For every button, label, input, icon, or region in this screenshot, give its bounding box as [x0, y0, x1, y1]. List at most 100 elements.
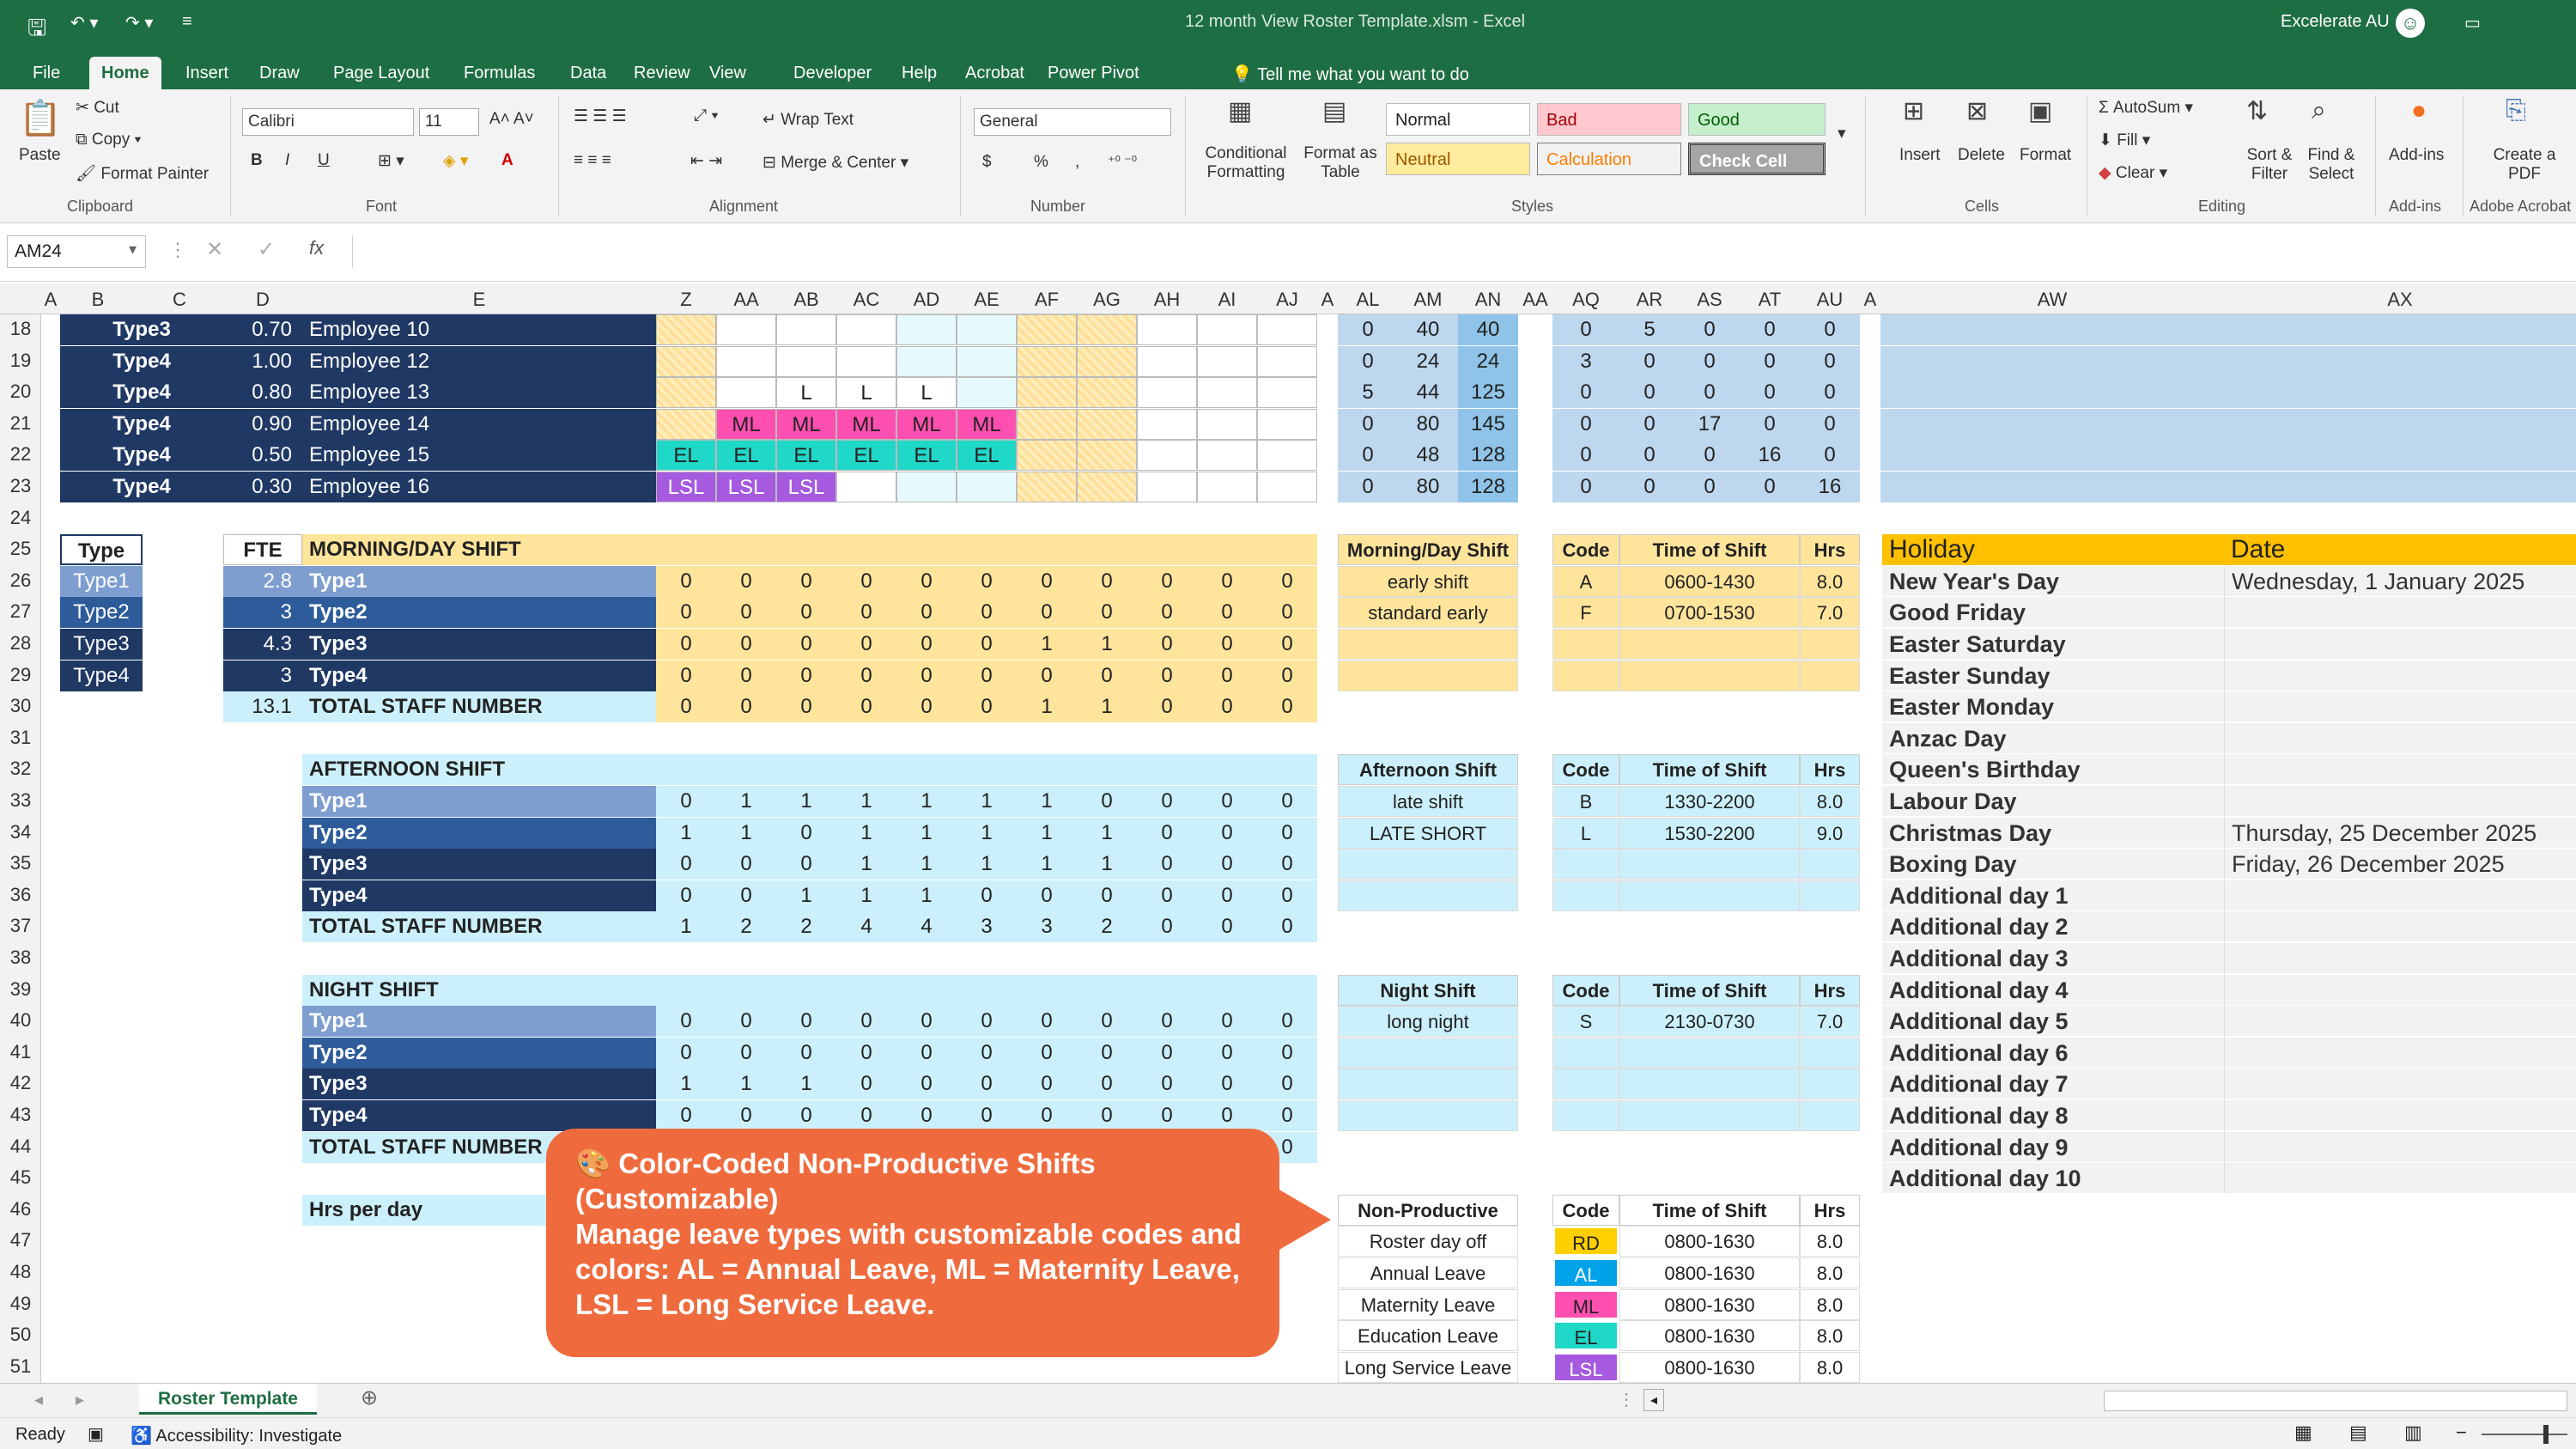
- employee-type[interactable]: Type4: [60, 472, 223, 502]
- roster-cell[interactable]: LSL: [716, 472, 776, 502]
- am-count[interactable]: 44: [1398, 377, 1458, 409]
- shift-count[interactable]: 1: [1077, 629, 1137, 660]
- shift-type-label[interactable]: Type4: [302, 880, 656, 911]
- roster-cell[interactable]: [1137, 345, 1197, 377]
- shift-count[interactable]: 0: [1197, 817, 1257, 849]
- shift-block-title[interactable]: AFTERNOON SHIFT: [302, 754, 1317, 786]
- time-header[interactable]: Time of Shift: [1619, 534, 1800, 566]
- employee-name[interactable]: Employee 16: [302, 472, 656, 502]
- shift-def-time[interactable]: 0600-1430: [1619, 565, 1800, 597]
- copy-button[interactable]: ⧉ Copy ▾: [76, 131, 141, 149]
- holiday-date[interactable]: Friday, 26 December 2025: [2224, 849, 2576, 880]
- row-header[interactable]: 47: [0, 1229, 41, 1251]
- holiday-date[interactable]: [2224, 1068, 2576, 1100]
- roster-cell[interactable]: [1137, 314, 1197, 345]
- shift-def-title[interactable]: Non-Productive: [1338, 1194, 1518, 1226]
- shift-count[interactable]: 0: [716, 1037, 776, 1068]
- shift-def-time[interactable]: [1619, 629, 1800, 660]
- shift-count[interactable]: 0: [1137, 660, 1197, 691]
- leave-count-ar[interactable]: 0: [1619, 377, 1680, 409]
- split-handle-icon[interactable]: ⋮: [1618, 1389, 1635, 1410]
- paste-icon[interactable]: 📋: [19, 98, 62, 138]
- roster-cell[interactable]: [1197, 408, 1257, 440]
- holiday-date[interactable]: [2224, 691, 2576, 723]
- column-header[interactable]: AS: [1680, 289, 1740, 311]
- shift-count[interactable]: 1: [716, 786, 776, 817]
- formula-input[interactable]: [352, 235, 2567, 268]
- tab-page-layout[interactable]: Page Layout: [321, 57, 441, 89]
- shift-count[interactable]: 0: [1137, 817, 1197, 849]
- sort-filter-button[interactable]: Sort & Filter: [2239, 146, 2300, 184]
- shift-count[interactable]: 0: [1257, 1068, 1317, 1100]
- holiday-name[interactable]: Additional day 4: [1882, 974, 2224, 1006]
- shift-def-name[interactable]: Annual Leave: [1338, 1257, 1518, 1288]
- code-header[interactable]: Code: [1552, 754, 1619, 786]
- total-staff-count[interactable]: 2: [776, 911, 836, 943]
- shift-count[interactable]: 0: [1257, 849, 1317, 880]
- shift-count[interactable]: 0: [1017, 1068, 1077, 1100]
- shift-count[interactable]: 0: [1137, 1100, 1197, 1131]
- shift-def-code[interactable]: A: [1552, 565, 1619, 597]
- roster-cell[interactable]: [776, 314, 836, 345]
- roster-cell[interactable]: [1017, 314, 1077, 345]
- roster-cell[interactable]: [836, 345, 896, 377]
- styles-more-icon[interactable]: ▾: [1838, 124, 1846, 143]
- holiday-name[interactable]: Additional day 5: [1882, 1006, 2224, 1038]
- shift-count[interactable]: 0: [957, 1006, 1017, 1038]
- shift-count[interactable]: 1: [896, 880, 957, 911]
- shift-def-name[interactable]: Roster day off: [1338, 1226, 1518, 1257]
- shift-count[interactable]: 0: [656, 1100, 716, 1131]
- holiday-name[interactable]: Additional day 1: [1882, 880, 2224, 911]
- shift-def-time[interactable]: [1619, 1037, 1800, 1068]
- column-header[interactable]: AX: [2224, 289, 2576, 311]
- page-break-icon[interactable]: ▥: [2404, 1422, 2422, 1444]
- leave-count-ar[interactable]: 0: [1619, 472, 1680, 502]
- shift-count[interactable]: 1: [957, 849, 1017, 880]
- add-ins-button[interactable]: Add-ins: [2389, 146, 2444, 165]
- leave-count-au[interactable]: 0: [1800, 314, 1860, 345]
- holiday-date[interactable]: [2224, 786, 2576, 817]
- comma-button[interactable]: ,: [1075, 153, 1079, 172]
- shift-def-code[interactable]: ML: [1552, 1288, 1619, 1320]
- shift-count[interactable]: 1: [776, 880, 836, 911]
- row-header[interactable]: 23: [0, 475, 41, 497]
- shift-def-title[interactable]: Morning/Day Shift: [1338, 534, 1518, 566]
- total-staff-count[interactable]: 4: [836, 911, 896, 943]
- shift-count[interactable]: 0: [656, 849, 716, 880]
- employee-type[interactable]: Type4: [60, 408, 223, 440]
- holiday-strip[interactable]: [1880, 314, 2576, 345]
- shift-count[interactable]: 0: [957, 880, 1017, 911]
- find-icon[interactable]: ⌕: [2312, 96, 2326, 125]
- roster-cell[interactable]: [1017, 472, 1077, 502]
- shift-def-name[interactable]: [1338, 849, 1518, 880]
- shift-def-name[interactable]: Maternity Leave: [1338, 1288, 1518, 1320]
- normal-view-icon[interactable]: ▦: [2294, 1422, 2312, 1444]
- shift-def-name[interactable]: LATE SHORT: [1338, 817, 1518, 849]
- tab-view[interactable]: View: [697, 57, 758, 89]
- shift-count[interactable]: 0: [1197, 880, 1257, 911]
- holiday-date[interactable]: [2224, 943, 2576, 974]
- leave-count-au[interactable]: 0: [1800, 440, 1860, 472]
- total-staff-count[interactable]: 0: [1257, 911, 1317, 943]
- roster-cell[interactable]: [716, 314, 776, 345]
- fte-header[interactable]: FTE: [223, 534, 302, 566]
- tell-me-box[interactable]: 💡 Tell me what you want to do: [1219, 57, 1481, 89]
- column-header[interactable]: AG: [1077, 289, 1137, 311]
- shift-count[interactable]: 0: [836, 1006, 896, 1038]
- code-header[interactable]: Code: [1552, 534, 1619, 566]
- shift-count[interactable]: 1: [896, 817, 957, 849]
- zoom-slider-handle[interactable]: [2543, 1425, 2549, 1444]
- shift-count[interactable]: 0: [1197, 1100, 1257, 1131]
- roster-cell[interactable]: [836, 472, 896, 502]
- holiday-strip[interactable]: [1880, 408, 2576, 440]
- tab-developer[interactable]: Developer: [781, 57, 884, 89]
- shift-count[interactable]: 0: [896, 1100, 957, 1131]
- ribbon-display-icon[interactable]: ▭: [2464, 12, 2481, 33]
- holiday-date[interactable]: [2224, 660, 2576, 691]
- holiday-date[interactable]: [2224, 1006, 2576, 1038]
- column-header[interactable]: AA: [1518, 289, 1552, 311]
- roster-cell[interactable]: L: [896, 377, 957, 409]
- roster-cell[interactable]: EL: [957, 440, 1017, 472]
- holiday-name[interactable]: Additional day 2: [1882, 911, 2224, 943]
- roster-cell[interactable]: EL: [836, 440, 896, 472]
